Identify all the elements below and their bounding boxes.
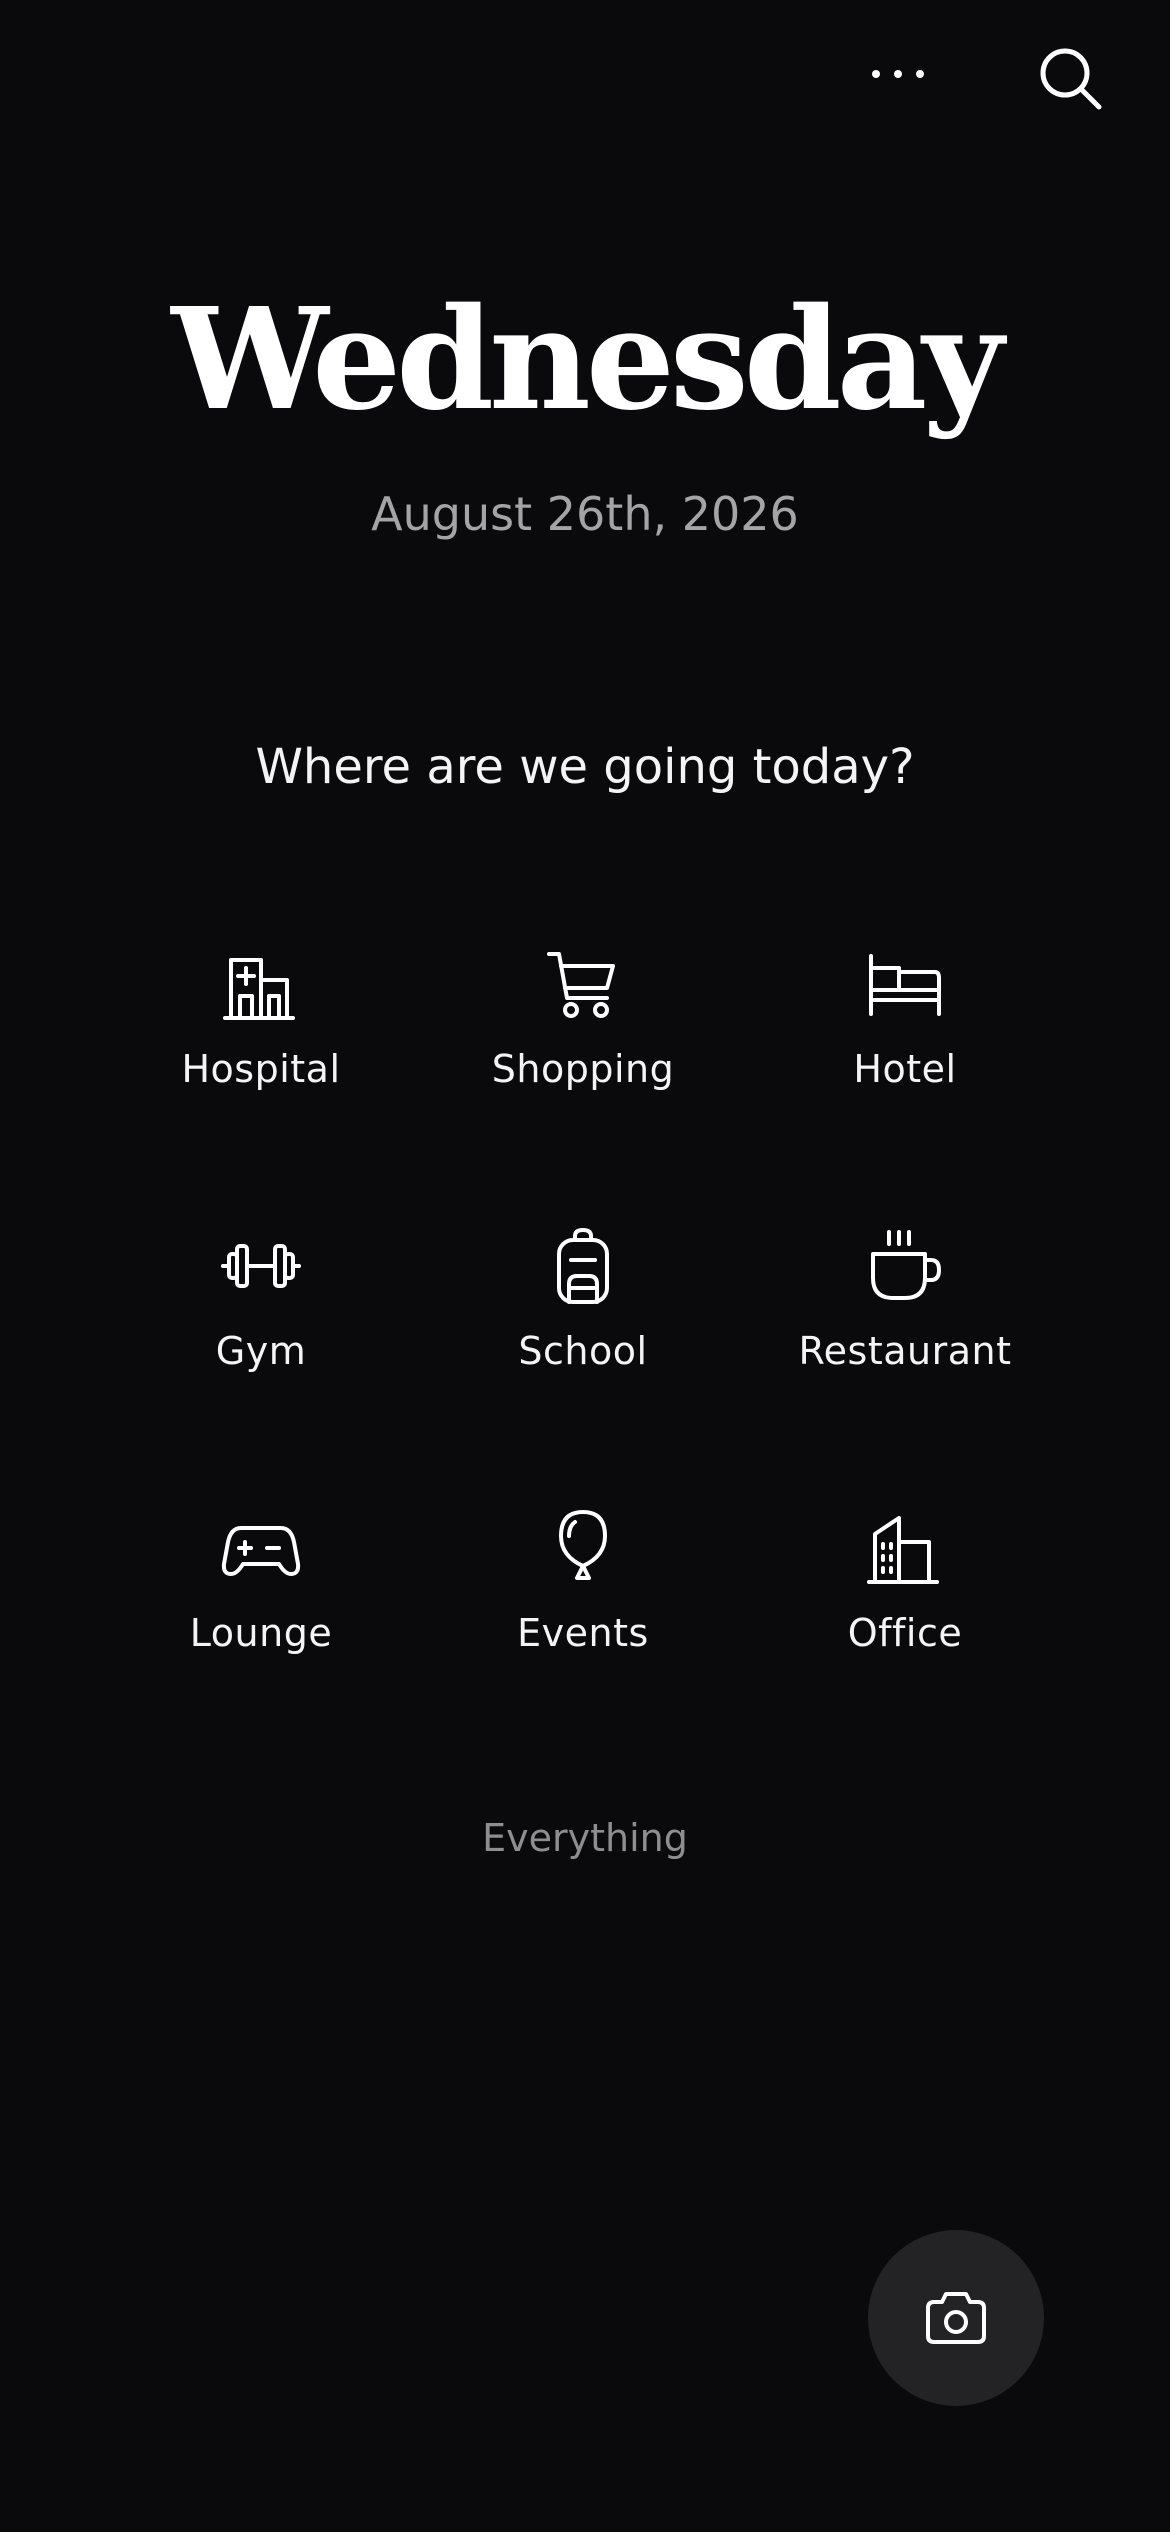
camera-button[interactable] <box>868 2230 1044 2406</box>
everything-link[interactable]: Everything <box>0 1808 1170 1868</box>
destination-lounge[interactable]: Lounge <box>100 1494 422 1776</box>
day-title: Wednesday <box>171 278 1003 442</box>
bed-icon <box>865 944 945 1024</box>
destination-office[interactable]: Office <box>744 1494 1066 1776</box>
destination-label: Events <box>517 1611 649 1655</box>
destination-label: Office <box>847 1611 963 1655</box>
destination-gym[interactable]: Gym <box>100 1212 422 1494</box>
destination-prompt: Where are we going today? <box>255 739 915 795</box>
destination-label: Hotel <box>853 1047 957 1091</box>
hospital-icon <box>221 944 301 1024</box>
camera-icon <box>926 2292 986 2344</box>
search-icon <box>1040 48 1102 110</box>
dumbbell-icon <box>221 1226 301 1306</box>
destination-hotel[interactable]: Hotel <box>744 930 1066 1212</box>
destination-label: Gym <box>215 1329 307 1373</box>
backpack-icon <box>543 1226 623 1306</box>
search-button[interactable] <box>1030 38 1110 118</box>
destination-restaurant[interactable]: Restaurant <box>744 1212 1066 1494</box>
destination-events[interactable]: Events <box>422 1494 744 1776</box>
destination-label: School <box>518 1329 648 1373</box>
coffee-cup-icon <box>865 1226 945 1306</box>
balloon-icon <box>543 1508 623 1588</box>
destination-label: Lounge <box>189 1611 333 1655</box>
more-options-button[interactable] <box>856 44 940 104</box>
more-horizontal-icon <box>872 70 924 78</box>
office-building-icon <box>865 1508 945 1588</box>
game-controller-icon <box>221 1508 301 1588</box>
destination-label: Hospital <box>181 1047 341 1091</box>
top-bar <box>0 0 1170 150</box>
destination-label: Restaurant <box>798 1329 1012 1373</box>
destination-grid: Hospital Shopping Hotel Gym School Resta… <box>100 930 1070 1776</box>
shopping-cart-icon <box>543 944 623 1024</box>
destination-shopping[interactable]: Shopping <box>422 930 744 1212</box>
destination-school[interactable]: School <box>422 1212 744 1494</box>
date-subtitle: August 26th, 2026 <box>371 487 799 541</box>
destination-hospital[interactable]: Hospital <box>100 930 422 1212</box>
destination-label: Shopping <box>491 1047 675 1091</box>
